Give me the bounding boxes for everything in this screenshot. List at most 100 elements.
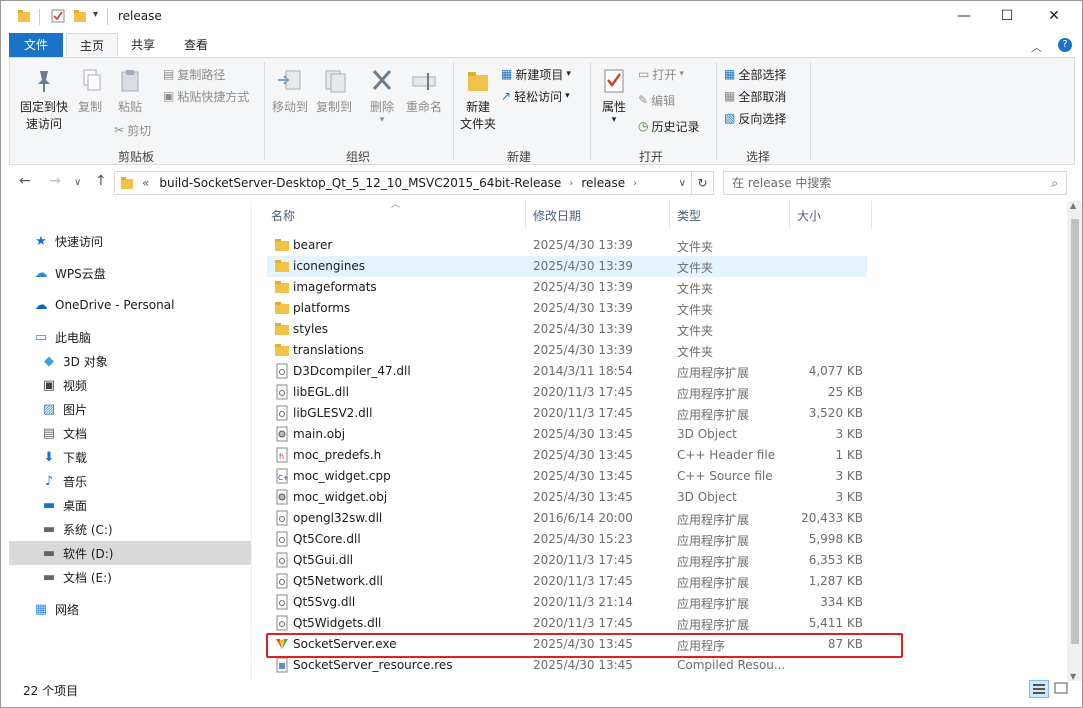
column-name[interactable]: 名称 [271, 207, 295, 224]
file-row[interactable]: styles 2025/4/30 13:39 文件夹 [267, 319, 867, 340]
customize-quick-access-icon[interactable]: ▾ [93, 9, 98, 25]
move-to-button[interactable]: 移动到 [268, 68, 312, 116]
tab-file[interactable]: 文件 [9, 33, 64, 57]
file-row[interactable]: Qt5Network.dll 2020/11/3 17:45 应用程序扩展 1,287… [267, 571, 867, 592]
file-row[interactable]: h moc_predefs.h 2025/4/30 13:45 C++ Header … [267, 445, 867, 466]
nav-item[interactable]: ▬ 文档 (E:) [9, 565, 251, 589]
file-row[interactable]: iconengines 2025/4/30 13:39 文件夹 [267, 256, 867, 277]
details-view-icon[interactable] [1029, 680, 1049, 698]
column-separator[interactable] [525, 201, 526, 229]
file-row[interactable]: libEGL.dll 2020/11/3 17:45 应用程序扩展 25 KB [267, 382, 867, 403]
tab-home[interactable]: 主页 [66, 33, 119, 57]
copy-path-button[interactable]: ▤ 复制路径 [163, 64, 225, 84]
cut-button[interactable]: ✂ 剪切 [114, 120, 151, 140]
scroll-up-icon[interactable]: ▲ [1070, 201, 1076, 210]
nav-item[interactable]: ♪ 音乐 [9, 469, 251, 493]
title-bar: ▾ release — ☐ ✕ [1, 1, 1082, 33]
file-row[interactable]: opengl32sw.dll 2016/6/14 20:00 应用程序扩展 20,43… [267, 508, 867, 529]
nav-item[interactable]: ▦ 网络 [9, 597, 251, 621]
invert-selection-button[interactable]: ▧ 反向选择 [724, 108, 786, 128]
column-separator[interactable] [789, 201, 790, 229]
minimize-button[interactable]: — [941, 1, 987, 31]
properties-dropdown-icon[interactable]: ▾ [594, 116, 634, 125]
file-name: styles [293, 322, 329, 336]
paste-button[interactable]: 粘贴 [112, 68, 148, 116]
breadcrumb-release[interactable]: release [581, 176, 625, 190]
file-row[interactable]: libGLESV2.dll 2020/11/3 17:45 应用程序扩展 3,520 … [267, 403, 867, 424]
search-icon[interactable]: ⌕ [1051, 172, 1058, 194]
file-row[interactable]: D3Dcompiler_47.dll 2014/3/11 18:54 应用程序扩展 4… [267, 361, 867, 382]
search-input[interactable]: 在 release 中搜索 ⌕ [723, 171, 1067, 195]
maximize-button[interactable]: ☐ [984, 1, 1030, 31]
file-row[interactable]: SocketServer_resource.res 2025/4/30 13:45… [267, 655, 867, 676]
delete-button[interactable]: 删除 ▾ [362, 68, 402, 125]
breadcrumb-build[interactable]: build-SocketServer-Desktop_Qt_5_12_10_MS… [159, 176, 561, 190]
new-item-button[interactable]: ▦ 新建项目 ▾ [501, 64, 571, 84]
easy-access-button[interactable]: ↗ 轻松访问 ▾ [501, 86, 570, 106]
address-dropdown-icon[interactable]: ∨ [679, 178, 686, 189]
column-size[interactable]: 大小 [797, 207, 821, 224]
rename-button[interactable]: 重命名 [402, 68, 446, 116]
file-row[interactable]: Qt5Svg.dll 2020/11/3 21:14 应用程序扩展 334 KB [267, 592, 867, 613]
nav-item[interactable]: ★ 快速访问 [9, 229, 251, 253]
file-row[interactable]: imageformats 2025/4/30 13:39 文件夹 [267, 277, 867, 298]
nav-item[interactable]: ☁ OneDrive - Personal [9, 293, 251, 317]
tab-share[interactable]: 共享 [118, 33, 168, 57]
nav-item[interactable]: ◆ 3D 对象 [9, 349, 251, 373]
new-folder-quick-icon[interactable] [73, 9, 87, 25]
delete-dropdown-icon[interactable]: ▾ [362, 116, 402, 125]
up-arrow-icon[interactable]: ↑ [95, 173, 107, 189]
file-row[interactable]: Qt5Gui.dll 2020/11/3 17:45 应用程序扩展 6,353 KB [267, 550, 867, 571]
file-row[interactable]: moc_widget.obj 2025/4/30 13:45 3D Object 3 … [267, 487, 867, 508]
nav-item[interactable]: ⬇ 下载 [9, 445, 251, 469]
copy-button[interactable]: 复制 [72, 68, 108, 116]
recent-locations-chevron-icon[interactable]: ∨ [74, 177, 81, 188]
select-all-button[interactable]: ▦ 全部选择 [724, 64, 786, 84]
nav-item[interactable]: ▨ 图片 [9, 397, 251, 421]
close-button[interactable]: ✕ [1031, 1, 1077, 31]
column-date[interactable]: 修改日期 [533, 207, 581, 224]
address-bar[interactable]: « build-SocketServer-Desktop_Qt_5_12_10_… [114, 171, 692, 195]
nav-item[interactable]: ▭ 此电脑 [9, 325, 251, 349]
file-row[interactable]: main.obj 2025/4/30 13:45 3D Object 3 KB [267, 424, 867, 445]
properties-button[interactable]: 属性 ▾ [594, 68, 634, 125]
file-row[interactable]: translations 2025/4/30 13:39 文件夹 [267, 340, 867, 361]
breadcrumb-separator-icon[interactable]: › [569, 178, 573, 189]
breadcrumb-separator-icon[interactable]: › [633, 178, 637, 189]
explorer-window: ▾ release — ☐ ✕ 文件 主页 共享 查看 ︿ ? 固定到快 速访问… [0, 0, 1083, 708]
properties-check-icon[interactable] [51, 9, 65, 25]
vertical-scrollbar[interactable]: ▲ ▼ [1067, 201, 1082, 681]
open-button[interactable]: ▭ 打开 ▾ [638, 64, 684, 84]
file-row[interactable]: Qt5Core.dll 2025/4/30 15:23 应用程序扩展 5,998 KB [267, 529, 867, 550]
chevron-up-icon[interactable]: ︿ [1031, 39, 1042, 55]
column-separator[interactable] [871, 201, 872, 229]
column-separator[interactable] [669, 201, 670, 229]
copy-to-button[interactable]: 复制到 [312, 68, 356, 116]
nav-pane-divider[interactable] [251, 201, 252, 681]
nav-item[interactable]: ▬ 桌面 [9, 493, 251, 517]
file-row[interactable]: bearer 2025/4/30 13:39 文件夹 [267, 235, 867, 256]
column-type[interactable]: 类型 [677, 207, 701, 224]
forward-arrow-icon[interactable]: → [49, 173, 61, 189]
history-button[interactable]: ◷ 历史记录 [638, 116, 700, 136]
edit-button[interactable]: ✎ 编辑 [638, 90, 675, 110]
pin-to-quick-access-button[interactable]: 固定到快 速访问 [14, 68, 74, 133]
help-icon[interactable]: ? [1058, 38, 1072, 52]
overflow-chevron[interactable]: « [142, 176, 149, 190]
file-row[interactable]: C+ moc_widget.cpp 2025/4/30 13:45 C++ Sourc… [267, 466, 867, 487]
nav-item[interactable]: ▬ 软件 (D:) [9, 541, 251, 565]
paste-shortcut-button[interactable]: ▣ 粘贴快捷方式 [163, 86, 249, 106]
back-arrow-icon[interactable]: ← [19, 173, 31, 189]
select-none-button[interactable]: ▦ 全部取消 [724, 86, 786, 106]
large-icons-view-icon[interactable] [1052, 680, 1072, 698]
nav-item[interactable]: ▤ 文档 [9, 421, 251, 445]
nav-item[interactable]: ▬ 系统 (C:) [9, 517, 251, 541]
new-folder-button[interactable]: 新建 文件夹 [456, 68, 500, 133]
refresh-icon[interactable]: ↻ [692, 171, 714, 195]
nav-item[interactable]: ▣ 视频 [9, 373, 251, 397]
tab-view[interactable]: 查看 [171, 33, 221, 57]
file-row[interactable]: Qt5Widgets.dll 2020/11/3 17:45 应用程序扩展 5,411… [267, 613, 867, 634]
nav-item[interactable]: ☁ WPS云盘 [9, 261, 251, 285]
file-row[interactable]: platforms 2025/4/30 13:39 文件夹 [267, 298, 867, 319]
scrollbar-thumb[interactable] [1071, 219, 1079, 644]
